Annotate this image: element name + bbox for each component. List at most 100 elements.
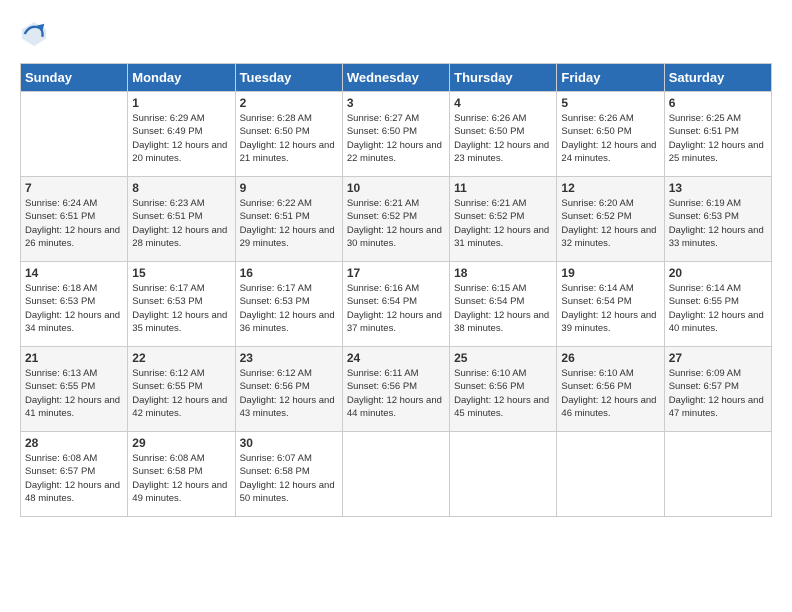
day-info: Sunrise: 6:26 AMSunset: 6:50 PMDaylight:… [561,112,659,165]
day-info: Sunrise: 6:21 AMSunset: 6:52 PMDaylight:… [454,197,552,250]
logo [20,20,52,48]
day-info: Sunrise: 6:19 AMSunset: 6:53 PMDaylight:… [669,197,767,250]
day-info: Sunrise: 6:20 AMSunset: 6:52 PMDaylight:… [561,197,659,250]
calendar-table: SundayMondayTuesdayWednesdayThursdayFrid… [20,63,772,517]
header-sunday: Sunday [21,64,128,92]
calendar-cell [450,432,557,517]
day-info: Sunrise: 6:07 AMSunset: 6:58 PMDaylight:… [240,452,338,505]
day-number: 20 [669,266,767,280]
day-number: 26 [561,351,659,365]
calendar-cell: 18 Sunrise: 6:15 AMSunset: 6:54 PMDayligh… [450,262,557,347]
day-info: Sunrise: 6:08 AMSunset: 6:57 PMDaylight:… [25,452,123,505]
day-number: 17 [347,266,445,280]
day-number: 10 [347,181,445,195]
day-number: 28 [25,436,123,450]
calendar-cell: 7 Sunrise: 6:24 AMSunset: 6:51 PMDaylight… [21,177,128,262]
calendar-cell: 16 Sunrise: 6:17 AMSunset: 6:53 PMDayligh… [235,262,342,347]
header-thursday: Thursday [450,64,557,92]
calendar-cell [342,432,449,517]
day-info: Sunrise: 6:15 AMSunset: 6:54 PMDaylight:… [454,282,552,335]
day-number: 14 [25,266,123,280]
day-number: 22 [132,351,230,365]
day-number: 24 [347,351,445,365]
calendar-cell: 27 Sunrise: 6:09 AMSunset: 6:57 PMDayligh… [664,347,771,432]
day-info: Sunrise: 6:17 AMSunset: 6:53 PMDaylight:… [240,282,338,335]
day-info: Sunrise: 6:26 AMSunset: 6:50 PMDaylight:… [454,112,552,165]
day-number: 2 [240,96,338,110]
calendar-cell: 15 Sunrise: 6:17 AMSunset: 6:53 PMDayligh… [128,262,235,347]
header-saturday: Saturday [664,64,771,92]
calendar-cell: 10 Sunrise: 6:21 AMSunset: 6:52 PMDayligh… [342,177,449,262]
day-info: Sunrise: 6:12 AMSunset: 6:56 PMDaylight:… [240,367,338,420]
calendar-cell: 22 Sunrise: 6:12 AMSunset: 6:55 PMDayligh… [128,347,235,432]
day-number: 29 [132,436,230,450]
calendar-cell: 21 Sunrise: 6:13 AMSunset: 6:55 PMDayligh… [21,347,128,432]
day-info: Sunrise: 6:27 AMSunset: 6:50 PMDaylight:… [347,112,445,165]
calendar-cell: 1Sunrise: 6:29 AMSunset: 6:49 PMDaylight… [128,92,235,177]
calendar-cell: 30 Sunrise: 6:07 AMSunset: 6:58 PMDayligh… [235,432,342,517]
calendar-week-row: 1Sunrise: 6:29 AMSunset: 6:49 PMDaylight… [21,92,772,177]
calendar-cell: 26 Sunrise: 6:10 AMSunset: 6:56 PMDayligh… [557,347,664,432]
calendar-cell: 11Sunrise: 6:21 AMSunset: 6:52 PMDayligh… [450,177,557,262]
day-info: Sunrise: 6:16 AMSunset: 6:54 PMDaylight:… [347,282,445,335]
calendar-cell: 14Sunrise: 6:18 AMSunset: 6:53 PMDayligh… [21,262,128,347]
day-number: 30 [240,436,338,450]
calendar-header-row: SundayMondayTuesdayWednesdayThursdayFrid… [21,64,772,92]
day-number: 21 [25,351,123,365]
day-number: 4 [454,96,552,110]
logo-icon [20,20,48,48]
calendar-cell: 17 Sunrise: 6:16 AMSunset: 6:54 PMDayligh… [342,262,449,347]
header-monday: Monday [128,64,235,92]
day-info: Sunrise: 6:10 AMSunset: 6:56 PMDaylight:… [561,367,659,420]
day-info: Sunrise: 6:25 AMSunset: 6:51 PMDaylight:… [669,112,767,165]
day-info: Sunrise: 6:17 AMSunset: 6:53 PMDaylight:… [132,282,230,335]
day-number: 5 [561,96,659,110]
day-number: 7 [25,181,123,195]
day-info: Sunrise: 6:24 AMSunset: 6:51 PMDaylight:… [25,197,123,250]
calendar-cell: 28 Sunrise: 6:08 AMSunset: 6:57 PMDayligh… [21,432,128,517]
calendar-cell [21,92,128,177]
day-info: Sunrise: 6:14 AMSunset: 6:54 PMDaylight:… [561,282,659,335]
header-tuesday: Tuesday [235,64,342,92]
day-info: Sunrise: 6:21 AMSunset: 6:52 PMDaylight:… [347,197,445,250]
page-header [20,20,772,48]
calendar-cell: 3 Sunrise: 6:27 AMSunset: 6:50 PMDaylight… [342,92,449,177]
calendar-cell [664,432,771,517]
calendar-cell: 12 Sunrise: 6:20 AMSunset: 6:52 PMDayligh… [557,177,664,262]
calendar-week-row: 7 Sunrise: 6:24 AMSunset: 6:51 PMDaylight… [21,177,772,262]
day-number: 12 [561,181,659,195]
calendar-cell: 2Sunrise: 6:28 AMSunset: 6:50 PMDaylight… [235,92,342,177]
calendar-cell: 24 Sunrise: 6:11 AMSunset: 6:56 PMDayligh… [342,347,449,432]
calendar-week-row: 28 Sunrise: 6:08 AMSunset: 6:57 PMDayligh… [21,432,772,517]
header-friday: Friday [557,64,664,92]
day-number: 27 [669,351,767,365]
day-info: Sunrise: 6:10 AMSunset: 6:56 PMDaylight:… [454,367,552,420]
calendar-cell: 13 Sunrise: 6:19 AMSunset: 6:53 PMDayligh… [664,177,771,262]
day-number: 15 [132,266,230,280]
day-info: Sunrise: 6:13 AMSunset: 6:55 PMDaylight:… [25,367,123,420]
calendar-cell: 4 Sunrise: 6:26 AMSunset: 6:50 PMDaylight… [450,92,557,177]
calendar-cell: 23 Sunrise: 6:12 AMSunset: 6:56 PMDayligh… [235,347,342,432]
day-number: 19 [561,266,659,280]
day-number: 13 [669,181,767,195]
day-info: Sunrise: 6:29 AMSunset: 6:49 PMDaylight:… [132,112,230,165]
day-info: Sunrise: 6:09 AMSunset: 6:57 PMDaylight:… [669,367,767,420]
calendar-cell: 5 Sunrise: 6:26 AMSunset: 6:50 PMDaylight… [557,92,664,177]
calendar-cell: 6 Sunrise: 6:25 AMSunset: 6:51 PMDaylight… [664,92,771,177]
day-number: 9 [240,181,338,195]
day-number: 18 [454,266,552,280]
day-info: Sunrise: 6:11 AMSunset: 6:56 PMDaylight:… [347,367,445,420]
header-wednesday: Wednesday [342,64,449,92]
day-info: Sunrise: 6:22 AMSunset: 6:51 PMDaylight:… [240,197,338,250]
calendar-cell: 8Sunrise: 6:23 AMSunset: 6:51 PMDaylight… [128,177,235,262]
day-number: 3 [347,96,445,110]
calendar-cell [557,432,664,517]
day-number: 6 [669,96,767,110]
day-info: Sunrise: 6:14 AMSunset: 6:55 PMDaylight:… [669,282,767,335]
day-number: 16 [240,266,338,280]
calendar-cell: 19 Sunrise: 6:14 AMSunset: 6:54 PMDayligh… [557,262,664,347]
calendar-cell: 20 Sunrise: 6:14 AMSunset: 6:55 PMDayligh… [664,262,771,347]
calendar-cell: 25Sunrise: 6:10 AMSunset: 6:56 PMDayligh… [450,347,557,432]
day-info: Sunrise: 6:12 AMSunset: 6:55 PMDaylight:… [132,367,230,420]
day-number: 23 [240,351,338,365]
